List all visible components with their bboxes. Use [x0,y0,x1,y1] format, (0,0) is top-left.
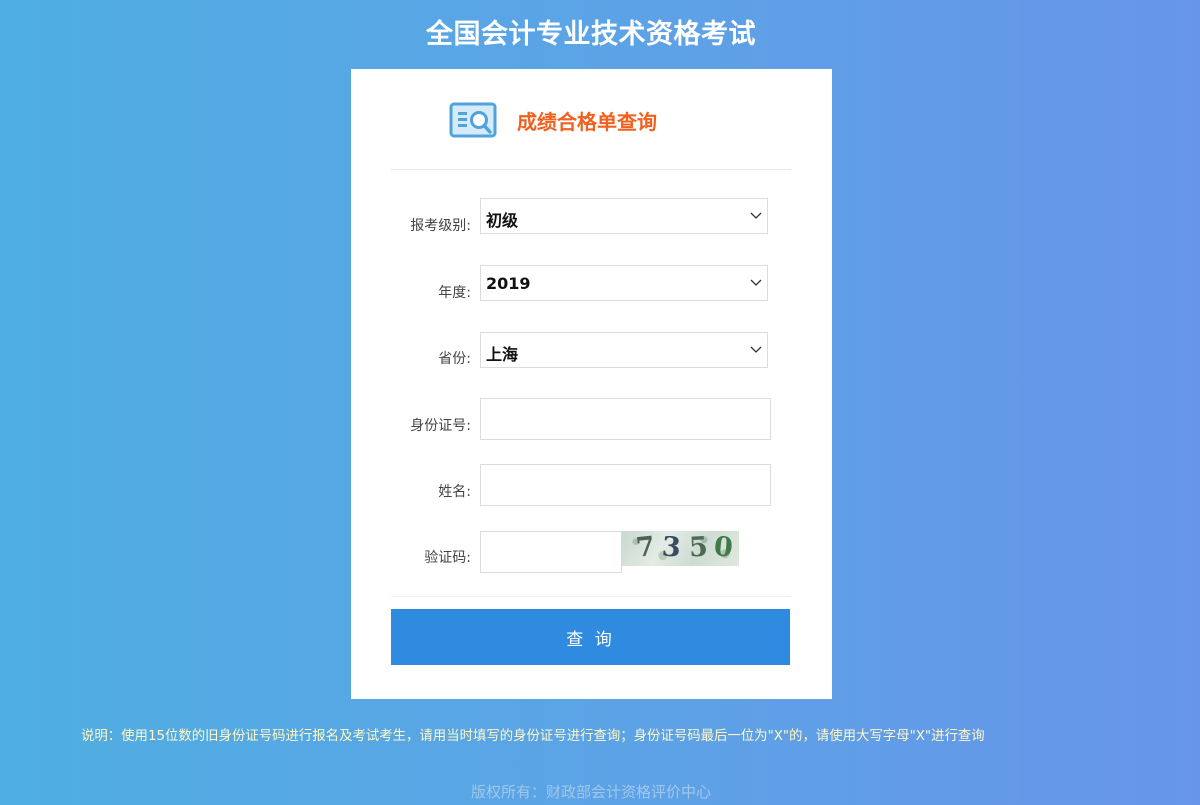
id-number-input[interactable] [480,398,771,440]
captcha-digit: 3 [660,531,682,564]
chevron-down-icon [750,279,762,286]
query-button[interactable]: 查 询 [391,609,790,665]
province-value: 上海 [486,345,519,364]
search-document-icon [449,102,497,138]
year-value: 2019 [486,274,531,293]
level-value: 初级 [486,211,519,230]
year-select[interactable]: 2019 [480,265,768,301]
card-title: 成绩合格单查询 [517,110,657,134]
instruction-note: 说明：使用15位数的旧身份证号码进行报名及考试考生，请用当时填写的身份证号进行查… [81,729,985,744]
captcha-image[interactable]: 7 3 5 0 [622,531,739,566]
id-number-label: 身份证号: [410,418,471,434]
page-title: 全国会计专业技术资格考试 [426,19,756,50]
year-label: 年度: [438,285,471,301]
chevron-down-icon [750,346,762,353]
captcha-label: 验证码: [424,550,471,566]
form-divider [391,596,791,597]
captcha-input[interactable] [480,531,622,573]
copyright-text: 版权所有：财政部会计资格评价中心 [470,783,711,801]
query-card: 成绩合格单查询 报考级别: 初级 年度: 2019 省份: 上海 身份证号: 姓… [351,69,832,699]
captcha-digit: 5 [688,531,709,564]
level-label: 报考级别: [410,218,471,234]
chevron-down-icon [750,212,762,219]
card-header: 成绩合格单查询 [391,69,791,170]
name-input[interactable] [480,464,771,506]
name-label: 姓名: [438,484,471,500]
level-select[interactable]: 初级 [480,198,768,234]
province-label: 省份: [438,351,471,367]
captcha-digit: 0 [712,531,735,564]
province-select[interactable]: 上海 [480,332,768,368]
captcha-digit: 7 [634,531,657,564]
